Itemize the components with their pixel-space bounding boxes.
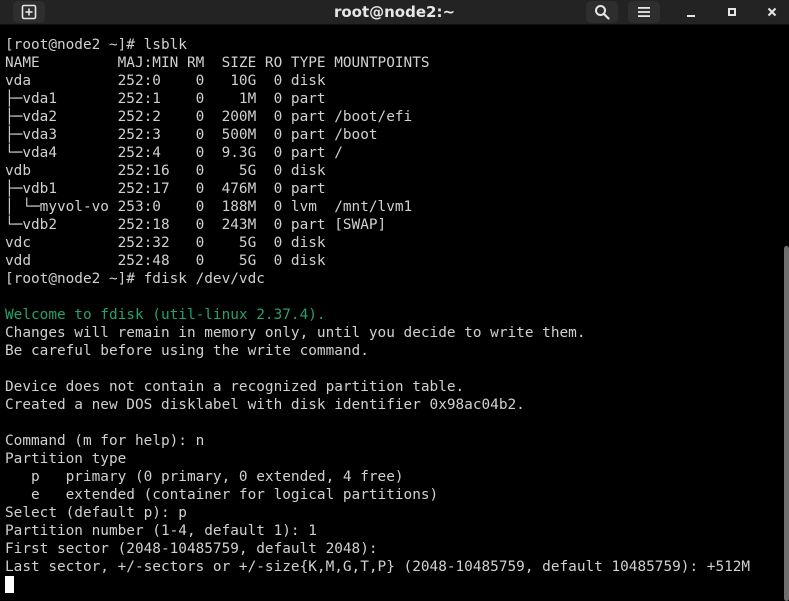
text-cursor: [5, 576, 14, 593]
window-title: root@node2:~: [333, 3, 456, 21]
close-icon: [767, 7, 777, 17]
terminal-line: Be careful before using the write comman…: [5, 343, 369, 359]
terminal-line: ├─vda2 252:2 0 200M 0 part /boot/efi: [5, 109, 413, 125]
scrollbar[interactable]: [784, 246, 789, 601]
terminal-line: └─vdb2 252:18 0 243M 0 part [SWAP]: [5, 217, 387, 233]
maximize-icon: [728, 8, 736, 16]
terminal-line: vdd 252:48 0 5G 0 disk: [5, 253, 326, 269]
terminal-line: Device does not contain a recognized par…: [5, 379, 465, 395]
terminal-line: Command (m for help): n: [5, 433, 205, 449]
terminal-line: vda 252:0 0 10G 0 disk: [5, 73, 326, 89]
search-icon: [595, 5, 610, 20]
maximize-button[interactable]: [720, 0, 744, 24]
terminal-line: Created a new DOS disklabel with disk id…: [5, 397, 525, 413]
terminal-line: [root@node2 ~]# fdisk /dev/vdc: [5, 271, 265, 287]
terminal-line: Changes will remain in memory only, unti…: [5, 325, 586, 341]
terminal-line: │ └─myvol-vo 253:0 0 188M 0 lvm /mnt/lvm…: [5, 199, 413, 215]
terminal-line: ├─vda3 252:3 0 500M 0 part /boot: [5, 127, 378, 143]
terminal-line: Partition type: [5, 451, 127, 467]
terminal-output[interactable]: [root@node2 ~]# lsblk NAME MAJ:MIN RM SIZ…: [5, 36, 785, 601]
terminal-line: e extended (container for logical partit…: [5, 487, 439, 503]
search-button[interactable]: [586, 1, 618, 23]
cursor-line[interactable]: [5, 576, 785, 594]
terminal-window: root@node2:~ [root@node2 ~]# lsblk NAME …: [0, 0, 789, 601]
terminal-line: First sector (2048-10485759, default 204…: [5, 541, 378, 557]
hamburger-menu-icon: [638, 7, 650, 17]
terminal-line: vdb 252:16 0 5G 0 disk: [5, 163, 326, 179]
terminal-line: vdc 252:32 0 5G 0 disk: [5, 235, 326, 251]
minimize-button[interactable]: [679, 0, 703, 24]
terminal-line: └─vda4 252:4 0 9.3G 0 part /: [5, 145, 343, 161]
terminal-line: Select (default p): p: [5, 505, 187, 521]
minimize-icon: [687, 15, 695, 17]
terminal-line: ├─vda1 252:1 0 1M 0 part: [5, 91, 326, 107]
terminal-line: Welcome to fdisk (util-linux 2.37.4).: [5, 307, 326, 323]
terminal-line: ├─vdb1 252:17 0 476M 0 part: [5, 181, 326, 197]
terminal-line: p primary (0 primary, 0 extended, 4 free…: [5, 469, 404, 485]
title-bar: root@node2:~: [0, 0, 789, 25]
terminal-line: Partition number (1-4, default 1): 1: [5, 523, 317, 539]
menu-button[interactable]: [628, 1, 660, 23]
terminal-line: NAME MAJ:MIN RM SIZE RO TYPE MOUNTPOINTS: [5, 55, 430, 71]
close-button[interactable]: [760, 0, 784, 24]
terminal-line: [root@node2 ~]# lsblk: [5, 37, 187, 53]
terminal-line: Last sector, +/-sectors or +/-size{K,M,G…: [5, 559, 751, 575]
